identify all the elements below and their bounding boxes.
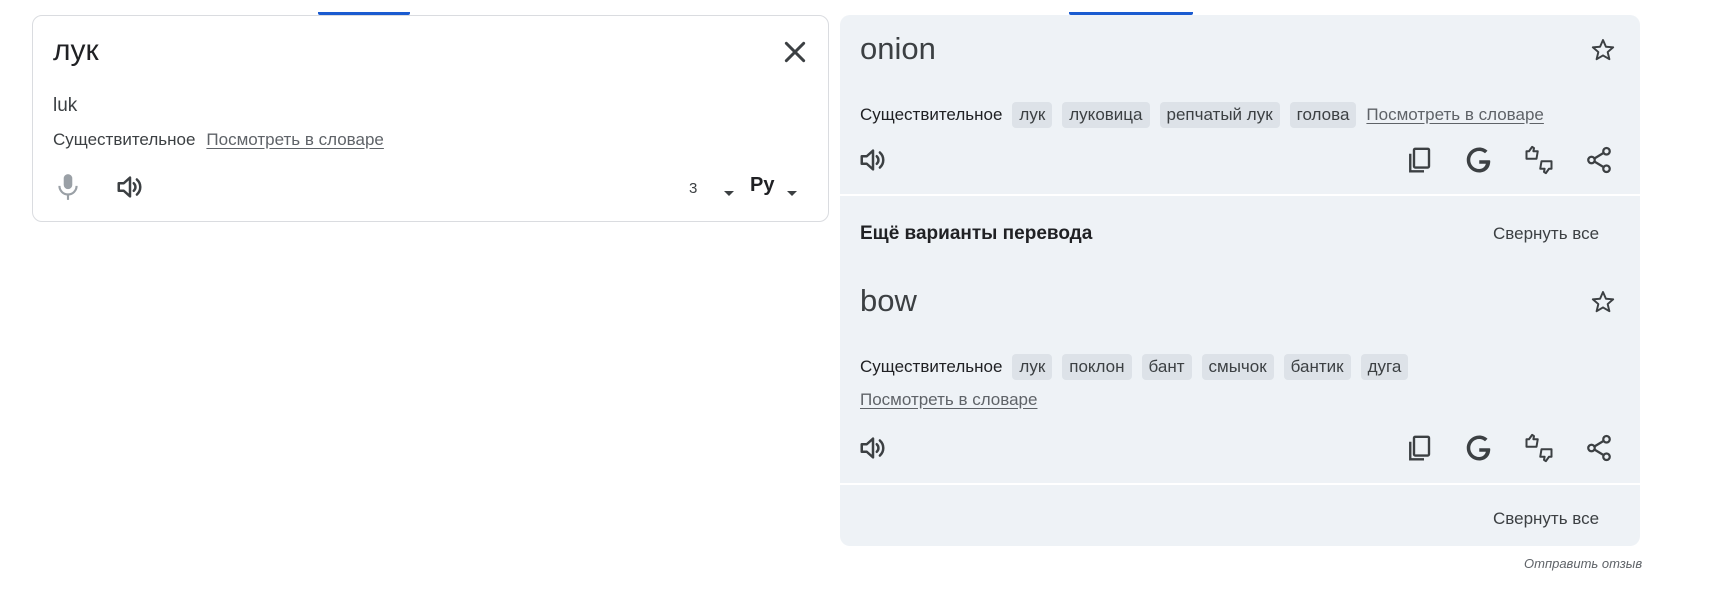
- source-panel: лук luk Существительное Посмотреть в сло…: [32, 15, 829, 222]
- primary-dictionary-link[interactable]: Посмотреть в словаре: [1366, 105, 1543, 125]
- primary-translation: onion: [860, 31, 936, 66]
- source-dictionary-link[interactable]: Посмотреть в словаре: [206, 130, 383, 150]
- share-icon: [1587, 434, 1611, 462]
- synonym-chip[interactable]: лук: [1012, 354, 1053, 380]
- thumbs-rating-icon: [1525, 433, 1553, 463]
- alternative-google-search-button[interactable]: [1464, 433, 1494, 463]
- voice-input-button[interactable]: [55, 172, 81, 202]
- source-input[interactable]: лук: [53, 34, 99, 68]
- collapse-all-bottom-button[interactable]: Свернуть все: [1493, 509, 1599, 529]
- source-pos-row: Существительное Посмотреть в словаре: [53, 130, 384, 150]
- copy-icon: [1409, 435, 1431, 461]
- input-tools-button[interactable]: Ру: [750, 174, 774, 197]
- star-icon: [1591, 291, 1615, 313]
- speaker-icon: [860, 149, 885, 171]
- alternative-dictionary-link[interactable]: Посмотреть в словаре: [860, 390, 1037, 410]
- star-icon: [1591, 39, 1615, 61]
- source-transliteration: luk: [53, 95, 78, 116]
- alternative-part-of-speech: Существительное: [860, 357, 1003, 376]
- alternative-rate-translation-button[interactable]: [1524, 433, 1554, 463]
- caret-down-icon: [787, 191, 797, 196]
- primary-copy-button[interactable]: [1404, 145, 1434, 175]
- thumbs-rating-icon: [1525, 145, 1553, 175]
- synonym-chip[interactable]: смычок: [1201, 354, 1274, 380]
- section-divider: [840, 194, 1640, 196]
- alternative-pos-row: Существительное лук поклон бант смычок б…: [860, 354, 1418, 380]
- save-translation-button[interactable]: [1590, 37, 1616, 63]
- speaker-icon: [117, 176, 142, 198]
- primary-google-search-button[interactable]: [1464, 145, 1494, 175]
- send-feedback-link[interactable]: Отправить отзыв: [1524, 556, 1642, 571]
- synonym-chip[interactable]: бантик: [1283, 354, 1351, 380]
- source-listen-button[interactable]: [115, 172, 145, 202]
- synonym-chip[interactable]: поклон: [1062, 354, 1132, 380]
- microphone-icon: [58, 174, 78, 200]
- synonym-chip[interactable]: бант: [1141, 354, 1192, 380]
- alternative-translation: bow: [860, 283, 917, 318]
- primary-rate-translation-button[interactable]: [1524, 145, 1554, 175]
- primary-listen-button[interactable]: [858, 145, 888, 175]
- google-icon: [1466, 147, 1491, 173]
- input-tools-menu-toggle[interactable]: [786, 185, 798, 196]
- target-panel: onion Существительное лук луковица репча…: [840, 15, 1640, 546]
- more-translations-title: Ещё варианты перевода: [860, 223, 1093, 244]
- clear-source-button[interactable]: [779, 36, 811, 68]
- alternative-copy-button[interactable]: [1404, 433, 1434, 463]
- alternative-share-button[interactable]: [1584, 433, 1614, 463]
- synonym-chip[interactable]: лук: [1012, 102, 1053, 128]
- section-divider: [840, 483, 1640, 485]
- collapse-all-button[interactable]: Свернуть все: [1493, 224, 1599, 244]
- alternative-listen-button[interactable]: [858, 433, 888, 463]
- google-icon: [1466, 435, 1491, 461]
- primary-pos-row: Существительное лук луковица репчатый лу…: [860, 102, 1544, 128]
- save-alternative-button[interactable]: [1590, 289, 1616, 315]
- speaker-icon: [860, 437, 885, 459]
- synonym-chip[interactable]: дуга: [1360, 354, 1409, 380]
- count-menu-toggle[interactable]: [723, 185, 735, 196]
- copy-icon: [1409, 147, 1431, 173]
- synonym-chip[interactable]: луковица: [1062, 102, 1150, 128]
- primary-part-of-speech: Существительное: [860, 105, 1003, 124]
- synonym-chip[interactable]: репчатый лук: [1159, 102, 1280, 128]
- source-part-of-speech: Существительное: [53, 130, 196, 149]
- character-count: 3: [689, 180, 698, 197]
- close-icon: [784, 41, 806, 63]
- primary-share-button[interactable]: [1584, 145, 1614, 175]
- share-icon: [1587, 146, 1611, 174]
- caret-down-icon: [724, 191, 734, 196]
- synonym-chip[interactable]: голова: [1289, 102, 1357, 128]
